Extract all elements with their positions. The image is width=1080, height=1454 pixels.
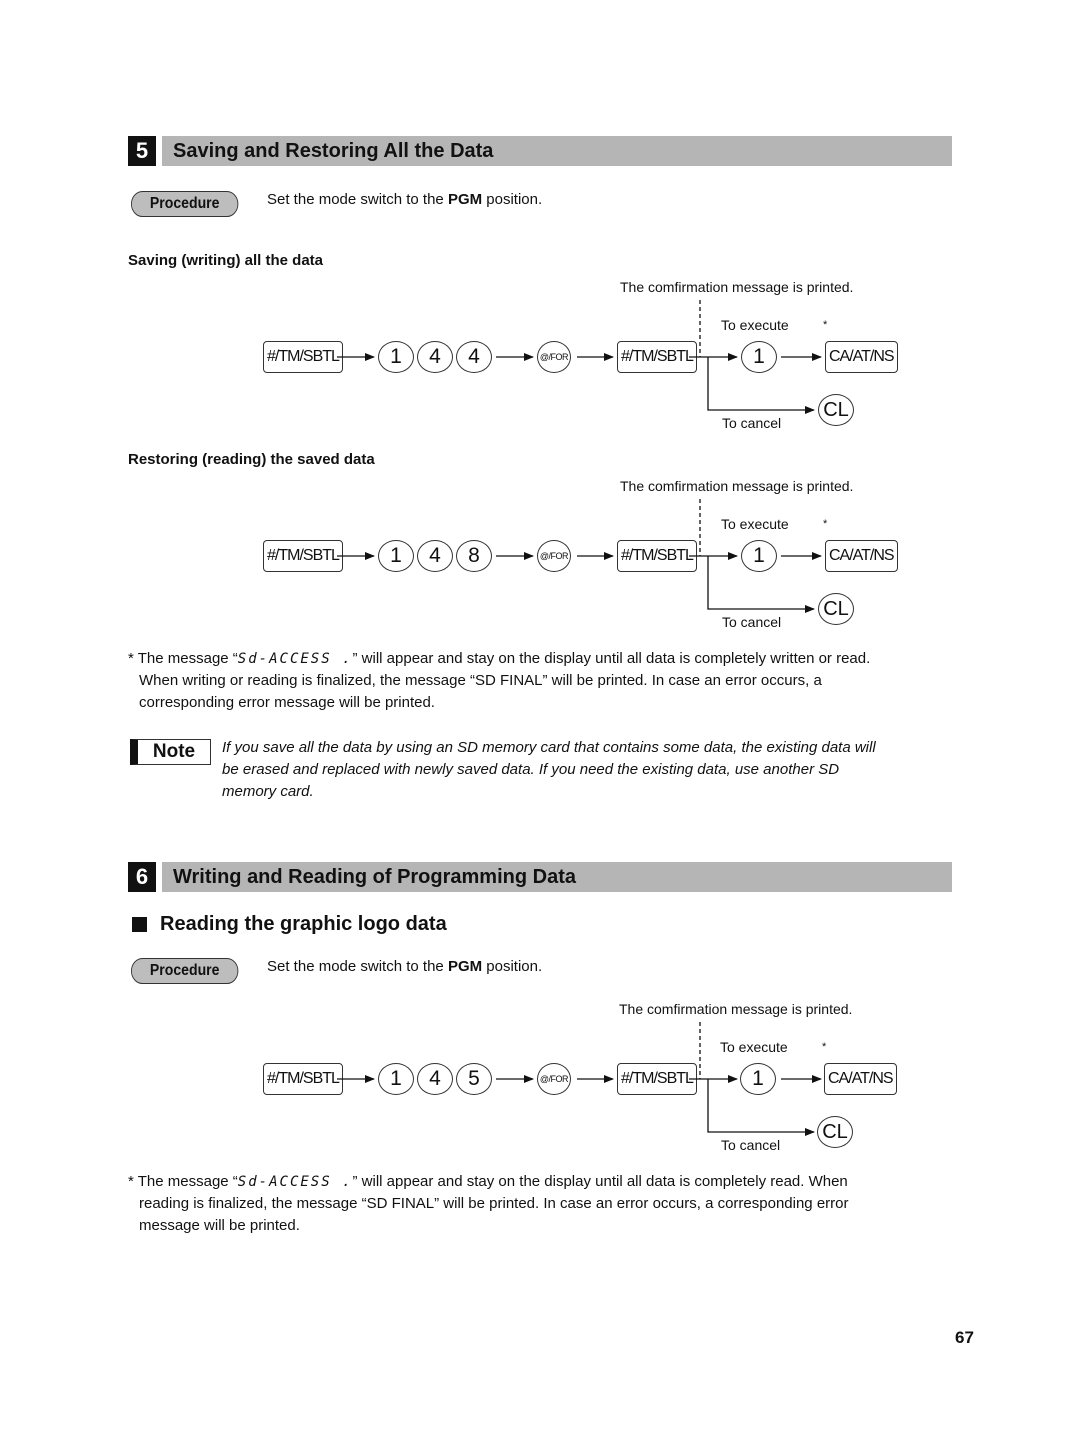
cancel-branch-arrow xyxy=(707,357,815,414)
flow-connectors xyxy=(337,300,822,1136)
cancel-branch-arrow xyxy=(707,1079,815,1136)
cancel-branch-arrow xyxy=(707,556,815,613)
